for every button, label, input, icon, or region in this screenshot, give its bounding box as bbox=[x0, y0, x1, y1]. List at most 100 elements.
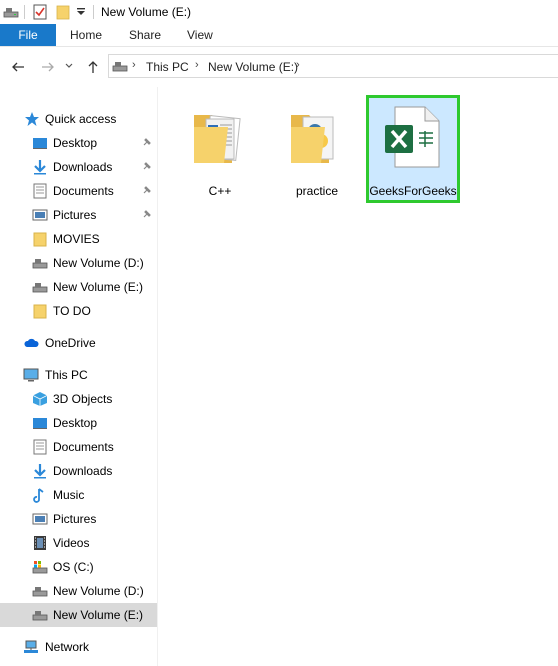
sidebar-item-label: OS (C:) bbox=[53, 560, 94, 574]
download-icon bbox=[34, 464, 46, 479]
chevron-right-icon[interactable]: › bbox=[132, 59, 136, 71]
sidebar-item-music[interactable]: Music bbox=[0, 483, 157, 507]
sidebar-item-label: Downloads bbox=[53, 160, 113, 174]
customize-quick-access-icon[interactable] bbox=[77, 8, 85, 16]
tab-home[interactable]: Home bbox=[70, 24, 102, 46]
file-item-label: C++ bbox=[208, 184, 232, 198]
breadcrumb-new-volume-e[interactable]: New Volume (E:) bbox=[208, 60, 298, 74]
sidebar-item-new-volume-d[interactable]: New Volume (D:) bbox=[0, 251, 157, 275]
address-bar[interactable]: › This PC › New Volume (E:) › bbox=[108, 54, 558, 78]
sidebar-item-label: Documents bbox=[53, 184, 114, 198]
drive-icon bbox=[32, 283, 48, 293]
title-bar: New Volume (E:) bbox=[0, 0, 558, 24]
sidebar-item-new-volume-e[interactable]: New Volume (E:) bbox=[0, 275, 157, 299]
up-arrow-icon[interactable] bbox=[85, 59, 101, 75]
sidebar-item-new-volume-d[interactable]: New Volume (D:) bbox=[0, 579, 157, 603]
documents-icon bbox=[33, 439, 47, 455]
sidebar-item-label: Pictures bbox=[53, 512, 97, 526]
sidebar-item-pictures[interactable]: Pictures bbox=[0, 507, 157, 531]
sidebar-item-os-c[interactable]: OS (C:) bbox=[0, 555, 157, 579]
drive-icon bbox=[112, 62, 128, 72]
tab-view[interactable]: View bbox=[187, 24, 213, 46]
sidebar-item-label: 3D Objects bbox=[53, 392, 113, 406]
desktop-icon bbox=[33, 418, 47, 429]
sidebar-item-label: OneDrive bbox=[45, 336, 96, 350]
os-drive-icon bbox=[32, 561, 48, 574]
pin-icon[interactable] bbox=[141, 184, 153, 196]
sidebar-item-label: New Volume (E:) bbox=[53, 608, 144, 622]
sidebar-item-label: New Volume (D:) bbox=[53, 584, 144, 598]
folder-icon bbox=[33, 232, 47, 247]
sidebar-item-label: Videos bbox=[53, 536, 90, 550]
documents-icon bbox=[33, 183, 47, 199]
sidebar-item-desktop[interactable]: Desktop bbox=[0, 411, 157, 435]
sidebar-item-downloads[interactable]: Downloads bbox=[0, 155, 157, 179]
sidebar-item-label: This PC bbox=[45, 368, 88, 382]
pictures-icon bbox=[32, 209, 48, 221]
recent-locations-chevron-icon[interactable] bbox=[64, 61, 74, 71]
sidebar-item-this-pc[interactable]: This PC bbox=[0, 363, 157, 387]
properties-icon[interactable] bbox=[32, 3, 48, 21]
sidebar-item-label: Documents bbox=[53, 440, 114, 454]
desktop-icon bbox=[33, 138, 47, 149]
sidebar-item-movies[interactable]: MOVIES bbox=[0, 227, 157, 251]
folder-icon bbox=[33, 304, 47, 319]
file-item-practice[interactable]: practice bbox=[270, 95, 364, 203]
navigation-pane: Quick access Desktop Downloads Documents… bbox=[0, 100, 157, 666]
sidebar-item-label: TO DO bbox=[53, 304, 91, 318]
sidebar-item-videos[interactable]: Videos bbox=[0, 531, 157, 555]
computer-icon bbox=[23, 368, 39, 382]
sidebar-item-label: Pictures bbox=[53, 208, 97, 222]
sidebar-item-label: Desktop bbox=[53, 416, 98, 430]
sidebar-item-onedrive[interactable]: OneDrive bbox=[0, 331, 157, 355]
breadcrumb-this-pc[interactable]: This PC bbox=[146, 60, 189, 74]
sidebar-item-label: Music bbox=[53, 488, 85, 502]
tab-file[interactable]: File bbox=[0, 24, 56, 46]
pictures-icon bbox=[32, 513, 48, 525]
sidebar-item-label: Quick access bbox=[45, 112, 117, 126]
sidebar-item-label: MOVIES bbox=[53, 232, 100, 246]
sidebar-item-label: New Volume (E:) bbox=[53, 280, 144, 294]
ribbon: File Home Share View bbox=[0, 24, 558, 47]
videos-icon bbox=[34, 536, 46, 550]
file-item-cpp[interactable]: C++ bbox=[173, 95, 267, 203]
pin-icon[interactable] bbox=[141, 208, 153, 220]
sidebar-item-new-volume-e[interactable]: New Volume (E:) bbox=[0, 603, 157, 627]
sidebar-item-label: New Volume (D:) bbox=[53, 256, 144, 270]
file-item-label: practice bbox=[295, 184, 339, 198]
drive-icon bbox=[32, 259, 48, 269]
sidebar-item-to-do[interactable]: TO DO bbox=[0, 299, 157, 323]
pin-icon[interactable] bbox=[141, 136, 153, 148]
sidebar-item-label: Desktop bbox=[53, 136, 98, 150]
file-list: C++ practice GeeksForGeeks bbox=[158, 87, 558, 666]
folder-icon bbox=[194, 114, 241, 163]
sidebar-item-documents[interactable]: Documents bbox=[0, 435, 157, 459]
chevron-right-icon[interactable]: › bbox=[195, 59, 199, 71]
excel-file-icon bbox=[385, 106, 440, 168]
sidebar-item-desktop[interactable]: Desktop bbox=[0, 131, 157, 155]
folder-icon bbox=[291, 115, 334, 163]
drive-icon bbox=[3, 8, 19, 18]
star-icon bbox=[25, 112, 39, 126]
sidebar-item-3d-objects[interactable]: 3D Objects bbox=[0, 387, 157, 411]
drive-icon bbox=[32, 587, 48, 597]
network-icon bbox=[24, 640, 38, 653]
new-folder-icon[interactable] bbox=[56, 4, 70, 20]
file-item-geeksforgeeks[interactable]: GeeksForGeeks bbox=[366, 95, 460, 203]
tab-share[interactable]: Share bbox=[129, 24, 161, 46]
chevron-right-icon[interactable]: › bbox=[296, 59, 300, 71]
sidebar-item-downloads[interactable]: Downloads bbox=[0, 459, 157, 483]
sidebar-item-pictures[interactable]: Pictures bbox=[0, 203, 157, 227]
back-arrow-icon[interactable] bbox=[10, 59, 26, 75]
file-item-label: GeeksForGeeks bbox=[369, 184, 457, 198]
sidebar-item-documents[interactable]: Documents bbox=[0, 179, 157, 203]
cube-icon bbox=[32, 392, 48, 406]
sidebar-item-label: Downloads bbox=[53, 464, 113, 478]
forward-arrow-icon[interactable] bbox=[40, 59, 56, 75]
pin-icon[interactable] bbox=[141, 160, 153, 172]
sidebar-item-label: Network bbox=[45, 640, 90, 654]
cloud-icon bbox=[24, 338, 39, 347]
sidebar-item-quick-access[interactable]: Quick access bbox=[0, 107, 157, 131]
sidebar-item-network[interactable]: Network bbox=[0, 635, 157, 659]
drive-icon bbox=[32, 611, 48, 621]
